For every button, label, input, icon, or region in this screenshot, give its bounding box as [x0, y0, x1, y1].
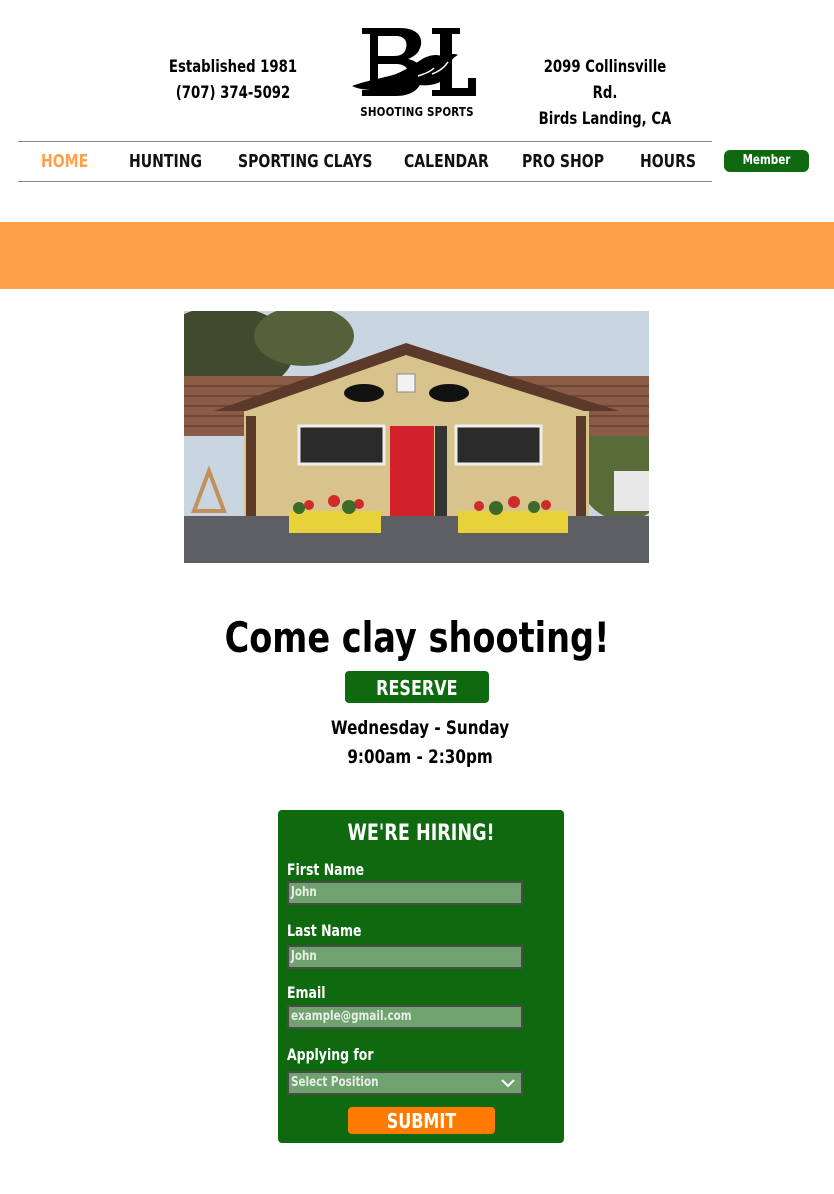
- nav-item-pro-shop[interactable]: PRO SHOP: [522, 151, 604, 172]
- phone-number[interactable]: (707) 374-5092: [160, 80, 305, 106]
- last-name-label: Last Name: [287, 921, 362, 940]
- established-text: Established 1981: [168, 57, 298, 77]
- header-established-block: Established 1981 (707) 374-5092: [160, 54, 305, 106]
- nav-item-hours[interactable]: HOURS: [640, 151, 696, 172]
- announcement-band: [0, 222, 834, 289]
- first-name-field[interactable]: John: [287, 881, 523, 905]
- opening-hours: Wednesday - Sunday 9:00am - 2:30pm: [300, 714, 540, 772]
- submit-button[interactable]: SUBMIT: [348, 1107, 495, 1134]
- hiring-title: WE'RE HIRING!: [347, 821, 495, 846]
- member-login-label: Member Login: [742, 153, 791, 190]
- position-select[interactable]: Select Position: [287, 1071, 523, 1095]
- first-name-placeholder: John: [291, 885, 317, 900]
- header-address-block: 2099 Collinsville Rd. Birds Landing, CA: [532, 54, 677, 132]
- hiring-form: WE'RE HIRING! First Name John Last Name …: [278, 810, 564, 1143]
- address-line-1: 2099 Collinsville Rd.: [543, 57, 667, 103]
- first-name-label: First Name: [287, 860, 365, 879]
- main-navigation: HOME HUNTING SPORTING CLAYS CALENDAR PRO…: [18, 141, 712, 182]
- logo-caption: SHOOTING SPORTS: [360, 105, 474, 119]
- nav-item-hunting[interactable]: HUNTING: [129, 151, 202, 172]
- address-line-2: Birds Landing, CA: [538, 109, 672, 129]
- clubhouse-photo: [184, 311, 649, 563]
- position-selected-value: Select Position: [291, 1075, 379, 1090]
- email-field[interactable]: example@gmail.com: [287, 1005, 523, 1029]
- nav-item-calendar[interactable]: CALENDAR: [404, 151, 489, 172]
- submit-label: SUBMIT: [386, 1109, 457, 1133]
- nav-item-sporting-clays[interactable]: SPORTING CLAYS: [238, 151, 373, 172]
- page-headline: Come clay shooting!: [224, 613, 610, 662]
- position-label: Applying for: [287, 1045, 374, 1064]
- last-name-placeholder: John: [291, 949, 317, 964]
- reserve-button[interactable]: RESERVE: [345, 671, 489, 703]
- opening-days: Wednesday - Sunday: [330, 717, 510, 739]
- member-login-button[interactable]: Member Login: [724, 150, 809, 190]
- nav-item-home[interactable]: HOME: [41, 151, 88, 172]
- chevron-down-icon: [501, 1079, 515, 1088]
- opening-times: 9:00am - 2:30pm: [347, 746, 493, 768]
- email-placeholder: example@gmail.com: [291, 1009, 412, 1024]
- reserve-label: RESERVE: [376, 676, 458, 700]
- last-name-field[interactable]: John: [287, 945, 523, 969]
- email-label: Email: [287, 983, 326, 1002]
